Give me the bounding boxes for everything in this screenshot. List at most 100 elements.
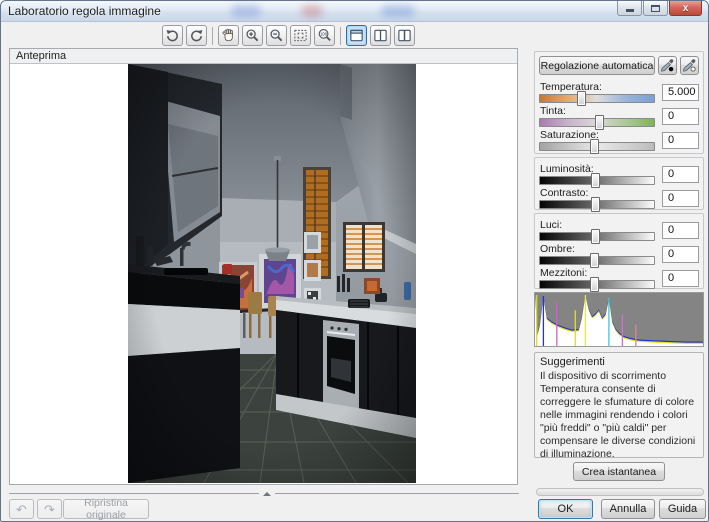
titlebar-reflection (231, 5, 261, 17)
slider-label: Temperatura: (540, 81, 659, 93)
close-icon: x (683, 3, 689, 14)
reset-original-button[interactable]: Ripristina originale (63, 499, 149, 519)
undo-button[interactable]: ↶ (9, 499, 34, 519)
kitchen-render (128, 64, 416, 483)
window-title: Laboratorio regola immagine (8, 4, 161, 18)
slider-track[interactable] (539, 118, 655, 127)
svg-text:100: 100 (320, 32, 328, 37)
redo-button[interactable]: ↷ (37, 499, 62, 519)
slider-thumb[interactable] (590, 253, 599, 268)
tips-title: Suggerimenti (540, 356, 698, 368)
preview-toolbar: 100 (162, 25, 418, 46)
tips-body: Il dispositivo di scorrimento Temperatur… (540, 370, 698, 461)
undo-icon: ↶ (16, 503, 27, 516)
slider-row: Mezzitoni: (539, 266, 699, 290)
rotate-cw-icon (189, 28, 204, 43)
zoom-to-fit-icon (293, 28, 308, 43)
histogram-chart (535, 293, 703, 346)
black-point-eyedropper-button[interactable] (658, 56, 677, 75)
slider-thumb[interactable] (590, 139, 599, 154)
slider-thumb[interactable] (590, 277, 599, 292)
slider-track[interactable] (539, 280, 655, 289)
zoom-100-icon: 100 (317, 28, 332, 43)
preview-split-button[interactable] (394, 25, 415, 46)
zoom-out-button[interactable] (266, 25, 287, 46)
toolbar-separator (340, 27, 341, 45)
tone-sliders: Luminosità:Contrasto: (539, 162, 699, 210)
cancel-button[interactable]: Annulla (601, 499, 655, 519)
minimize-icon (626, 9, 634, 12)
maximize-button[interactable] (643, 1, 668, 16)
slider-track[interactable] (539, 142, 655, 151)
panel-scrollbar[interactable] (536, 488, 704, 496)
preview-image[interactable] (128, 64, 416, 483)
white-point-eyedropper-button[interactable] (680, 56, 699, 75)
color-sliders: Temperatura: Tinta:Saturazione: (539, 80, 699, 152)
slider-thumb[interactable] (591, 173, 600, 188)
slider-value-input[interactable] (662, 108, 699, 125)
auto-adjust-button[interactable]: Regolazione automatica (539, 56, 655, 75)
preview-before-after-button[interactable] (370, 25, 391, 46)
slider-value-input[interactable] (662, 222, 699, 239)
pan-button[interactable] (218, 25, 239, 46)
slider-label: Saturazione: (540, 129, 659, 141)
slider-thumb[interactable] (595, 115, 604, 130)
slider-row: Temperatura: (539, 80, 699, 104)
slider-value-input[interactable] (662, 132, 699, 149)
rotate-ccw-button[interactable] (162, 25, 183, 46)
help-button[interactable]: Guida (659, 499, 706, 519)
slider-value-input[interactable] (662, 246, 699, 263)
close-button[interactable]: x (669, 1, 702, 16)
auto-adjust-row: Regolazione automatica (539, 56, 699, 75)
slider-value-input[interactable] (662, 270, 699, 287)
level-sliders: Luci:Ombre: Mezzitoni: (539, 218, 699, 290)
split-pane-icon (373, 28, 388, 43)
rotate-cw-button[interactable] (186, 25, 207, 46)
zoom-100-button[interactable]: 100 (314, 25, 335, 46)
preview-pane: Anteprima (9, 48, 518, 485)
zoom-in-icon (245, 28, 260, 43)
slider-row: Tinta: (539, 104, 699, 128)
dual-pane-icon (397, 28, 412, 43)
slider-track[interactable] (539, 232, 655, 241)
preview-splitter[interactable] (9, 490, 519, 497)
slider-track[interactable] (539, 176, 655, 185)
slider-row: Luminosità: (539, 162, 699, 186)
create-snapshot-button[interactable]: Crea istantanea (573, 462, 665, 481)
slider-track[interactable] (539, 200, 655, 209)
highlights-shadows-group: Luci:Ombre: Mezzitoni: (534, 213, 704, 289)
maximize-icon (651, 5, 660, 12)
slider-thumb[interactable] (577, 91, 586, 106)
slider-thumb[interactable] (591, 197, 600, 212)
slider-row: Luci: (539, 218, 699, 242)
eyedropper-black-icon (660, 58, 675, 73)
minimize-button[interactable] (617, 1, 642, 16)
zoom-out-icon (269, 28, 284, 43)
slider-value-input[interactable] (662, 84, 699, 101)
slider-track[interactable] (539, 94, 655, 103)
collapse-arrow[interactable] (259, 490, 275, 497)
zoom-in-button[interactable] (242, 25, 263, 46)
histogram-panel (534, 292, 704, 347)
ok-button[interactable]: OK (538, 499, 593, 519)
titlebar-reflection (301, 5, 323, 17)
slider-value-input[interactable] (662, 166, 699, 183)
triangle-up-icon (263, 492, 271, 496)
slider-value-input[interactable] (662, 190, 699, 207)
slider-row: Ombre: (539, 242, 699, 266)
titlebar-reflection (381, 5, 415, 17)
slider-track[interactable] (539, 256, 655, 265)
slider-thumb[interactable] (591, 229, 600, 244)
redo-icon: ↷ (44, 503, 55, 516)
slider-label: Mezzitoni: (540, 267, 659, 279)
brightness-contrast-group: Luminosità:Contrasto: (534, 157, 704, 210)
title-bar[interactable]: Laboratorio regola immagine x (1, 1, 708, 22)
slider-row: Saturazione: (539, 128, 699, 152)
slider-label: Ombre: (540, 243, 659, 255)
white-balance-group: Regolazione automatica Temperatura: Tinta… (534, 51, 704, 154)
single-pane-icon (349, 28, 364, 43)
preview-full-button[interactable] (346, 25, 367, 46)
rotate-ccw-icon (165, 28, 180, 43)
toolbar-separator (212, 27, 213, 45)
zoom-to-fit-button[interactable] (290, 25, 311, 46)
